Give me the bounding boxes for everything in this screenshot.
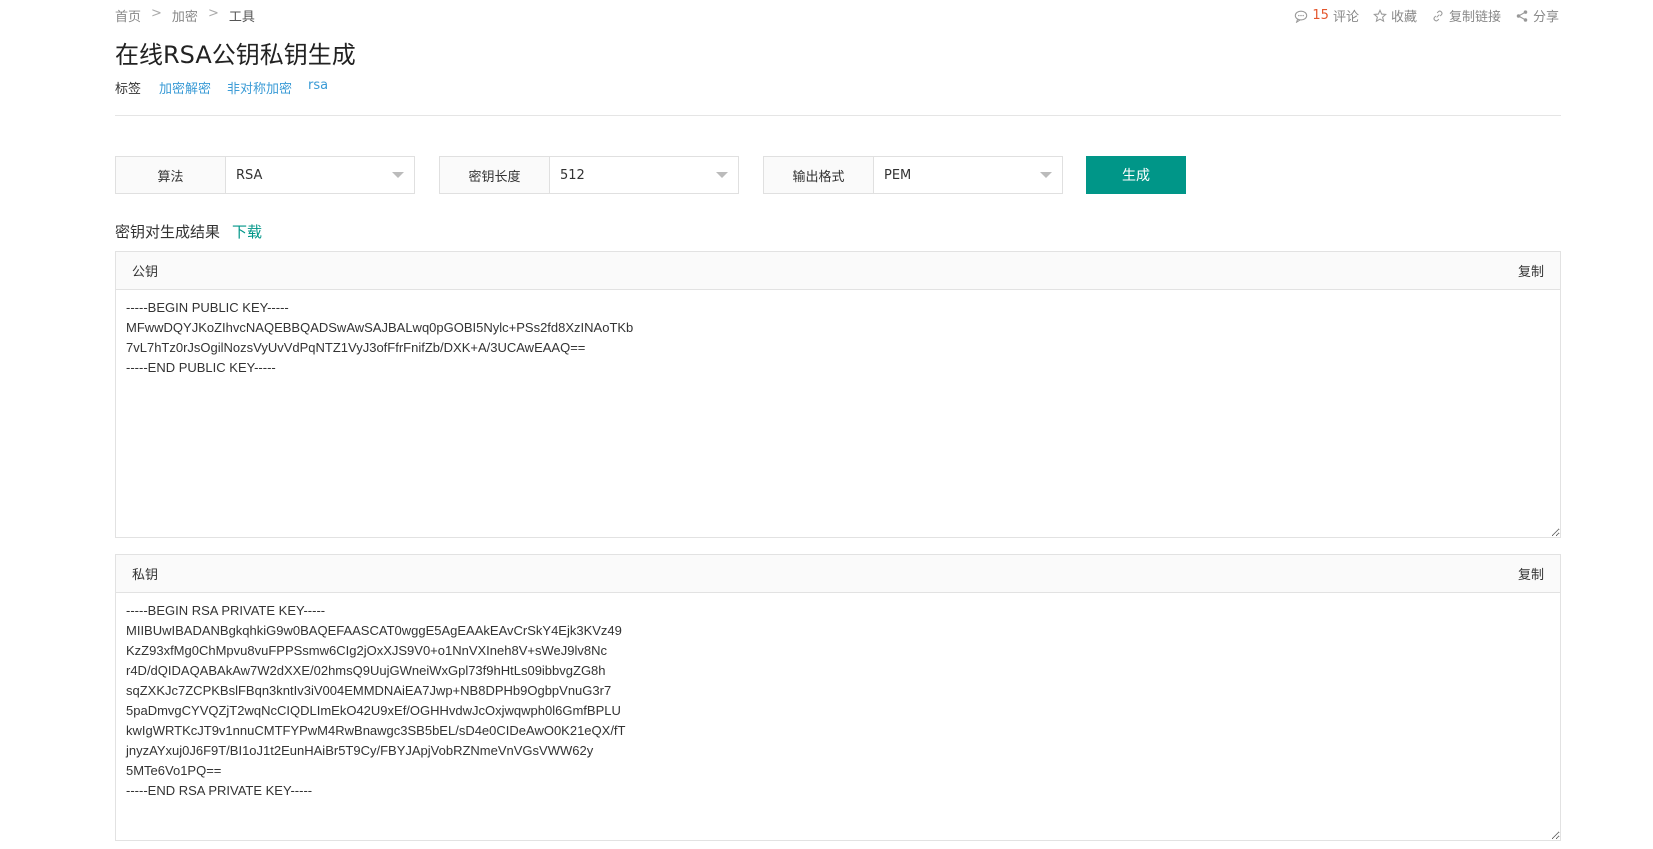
comment-label: 评论 [1332,10,1359,25]
tag-link[interactable]: rsa [308,78,328,97]
page-title: 在线RSA公钥私钥生成 [115,41,356,69]
result-title: 密钥对生成结果 [115,223,221,241]
copy-link-button[interactable]: 复制链接 [1431,6,1501,25]
public-key-panel: 公钥 复制 -----BEGIN PUBLIC KEY----- MFwwDQY… [115,251,1561,538]
key-length-select[interactable]: 512 [550,157,738,193]
favorite-label: 收藏 [1390,10,1417,25]
algorithm-label: 算法 [116,157,226,193]
algorithm-field: 算法 RSA [115,156,415,194]
generate-button[interactable]: 生成 [1086,156,1186,194]
tag-link[interactable]: 加密解密 [159,78,211,97]
copy-private-key-button[interactable]: 复制 [1518,564,1544,583]
private-key-panel: 私钥 复制 -----BEGIN RSA PRIVATE KEY----- MI… [115,554,1561,841]
link-icon [1433,10,1443,21]
divider [115,115,1561,116]
algorithm-value: RSA [236,167,263,183]
private-key-header: 私钥 复制 [116,555,1560,593]
share-button[interactable]: 分享 [1515,6,1559,25]
public-key-textarea[interactable]: -----BEGIN PUBLIC KEY----- MFwwDQYJKoZIh… [116,290,1560,537]
comment-icon [1295,10,1308,23]
page-actions: 15 评论 收藏 复制链接 分享 [1294,6,1559,25]
breadcrumb-encrypt[interactable]: 加密 [172,6,198,25]
copy-link-label: 复制链接 [1448,10,1501,25]
comment-button[interactable]: 15 评论 [1294,6,1359,25]
result-header: 密钥对生成结果 下载 [115,221,262,242]
copy-public-key-button[interactable]: 复制 [1518,261,1544,280]
key-length-field: 密钥长度 512 [439,156,739,194]
star-icon [1373,8,1387,22]
key-length-value: 512 [560,167,585,183]
share-label: 分享 [1532,10,1559,25]
breadcrumb-separator: > [151,6,162,21]
output-format-label: 输出格式 [764,157,874,193]
output-format-value: PEM [884,167,912,183]
tag-list: 标签 加密解密 非对称加密 rsa [115,78,328,97]
breadcrumb: 首页 > 加密 > 工具 [115,6,255,25]
comment-count: 15 [1312,8,1329,23]
public-key-header: 公钥 复制 [116,252,1560,290]
output-format-select[interactable]: PEM [874,157,1062,193]
output-format-field: 输出格式 PEM [763,156,1063,194]
tag-link[interactable]: 非对称加密 [227,78,292,97]
generator-controls: 算法 RSA 密钥长度 512 输出格式 PEM 生成 [115,156,1186,194]
private-key-title: 私钥 [132,568,159,583]
chevron-down-icon [716,172,728,178]
tags-label: 标签 [115,82,142,97]
chevron-down-icon [392,172,404,178]
algorithm-select[interactable]: RSA [226,157,414,193]
download-link[interactable]: 下载 [232,221,262,242]
chevron-down-icon [1040,172,1052,178]
breadcrumb-tools: 工具 [228,10,255,25]
favorite-button[interactable]: 收藏 [1373,6,1417,25]
share-icon [1516,9,1528,22]
public-key-title: 公钥 [132,265,159,280]
private-key-textarea[interactable]: -----BEGIN RSA PRIVATE KEY----- MIIBUwIB… [116,593,1560,840]
breadcrumb-separator: > [207,6,219,21]
breadcrumb-home[interactable]: 首页 [115,6,141,25]
key-length-label: 密钥长度 [440,157,550,193]
